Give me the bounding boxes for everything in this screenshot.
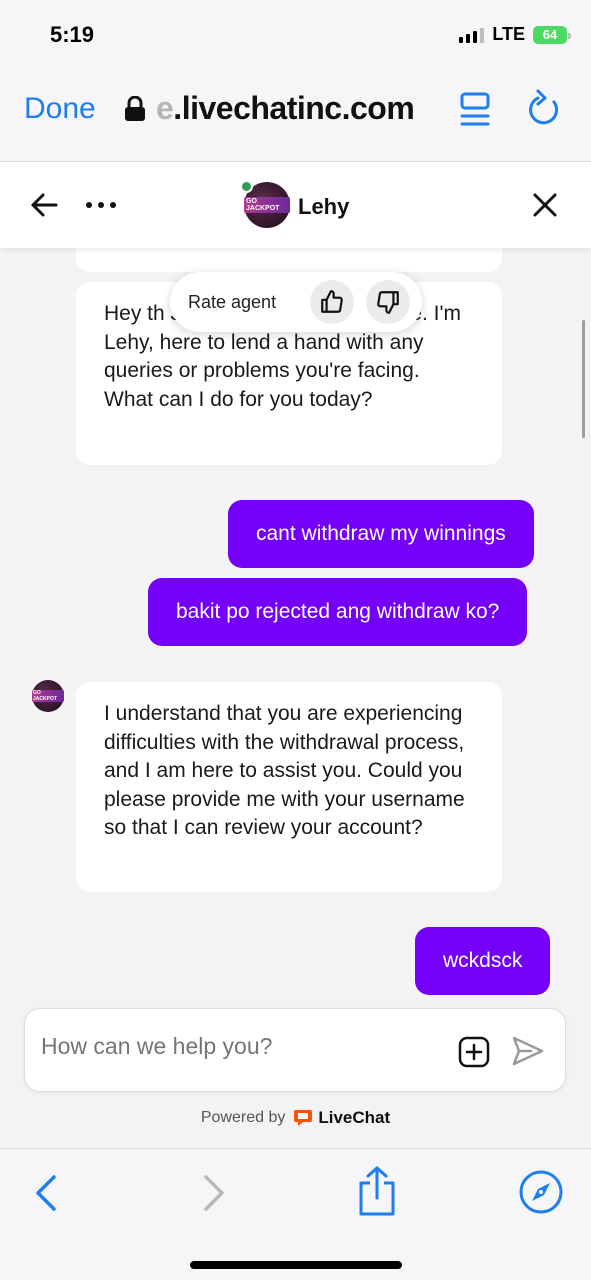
livechat-icon: [294, 1110, 313, 1126]
network-label: LTE: [492, 24, 525, 44]
back-icon[interactable]: [34, 1173, 58, 1213]
user-message: cant withdraw my winnings: [228, 500, 534, 568]
status-indicators: LTE 64: [459, 24, 571, 45]
status-time: 5:19: [50, 22, 95, 47]
agent-name: Lehy: [298, 194, 350, 219]
browser-toolbar: Done e.livechatinc.com: [0, 70, 591, 162]
url-domain: .livechatinc.com: [173, 90, 415, 126]
lock-icon: [125, 95, 145, 121]
reload-icon[interactable]: [524, 88, 564, 132]
agent-message: I understand that you are experiencing d…: [76, 682, 502, 892]
back-arrow-icon[interactable]: [30, 192, 58, 218]
powered-by: Powered by LiveChat: [0, 1108, 591, 1128]
powered-by-label: Powered by: [200, 1109, 286, 1126]
send-icon[interactable]: [511, 1035, 545, 1067]
url-text: e.livechatinc.com: [156, 90, 415, 127]
user-message: wckdsck: [415, 927, 551, 995]
status-bar: 5:19 LTE 64: [0, 0, 591, 70]
home-indicator: [190, 1261, 402, 1269]
close-icon[interactable]: [532, 192, 558, 218]
rate-agent-label: Rate agent: [188, 292, 277, 312]
message-composer: [24, 1008, 566, 1092]
address-bar[interactable]: e.livechatinc.com: [124, 90, 415, 127]
url-prefix: e: [156, 90, 174, 126]
browser-bottom-bar: [0, 1148, 591, 1280]
online-status-dot: [240, 180, 253, 193]
agent-avatar-small: GO JACKPOT: [32, 680, 64, 712]
done-button[interactable]: Done: [24, 92, 96, 126]
reader-icon[interactable]: [458, 90, 494, 130]
avatar-logo: GO JACKPOT: [32, 690, 64, 702]
thumbs-down-icon[interactable]: [366, 280, 410, 324]
more-icon[interactable]: [86, 202, 116, 208]
compass-icon[interactable]: [518, 1169, 564, 1215]
battery-icon: 64: [533, 25, 571, 44]
share-icon[interactable]: [356, 1165, 398, 1217]
user-message: bakit po rejected ang withdraw ko?: [148, 578, 528, 646]
livechat-brand: LiveChat: [318, 1108, 391, 1127]
thumbs-up-icon[interactable]: [310, 280, 354, 324]
livechat-logo[interactable]: LiveChat: [293, 1108, 390, 1128]
add-icon[interactable]: [457, 1035, 491, 1069]
chat-header: GO JACKPOT Lehy: [0, 162, 591, 248]
scrollbar[interactable]: [582, 320, 585, 438]
chat-messages[interactable]: Hey th Jackpot's customer service. I'm L…: [0, 248, 591, 1008]
rate-agent-popup: Rate agent: [170, 272, 422, 332]
signal-icon: [459, 27, 485, 43]
message-input[interactable]: [41, 1033, 441, 1060]
previous-message-bubble: [76, 248, 502, 272]
forward-icon[interactable]: [202, 1173, 226, 1213]
avatar-logo: GO JACKPOT: [244, 197, 290, 213]
